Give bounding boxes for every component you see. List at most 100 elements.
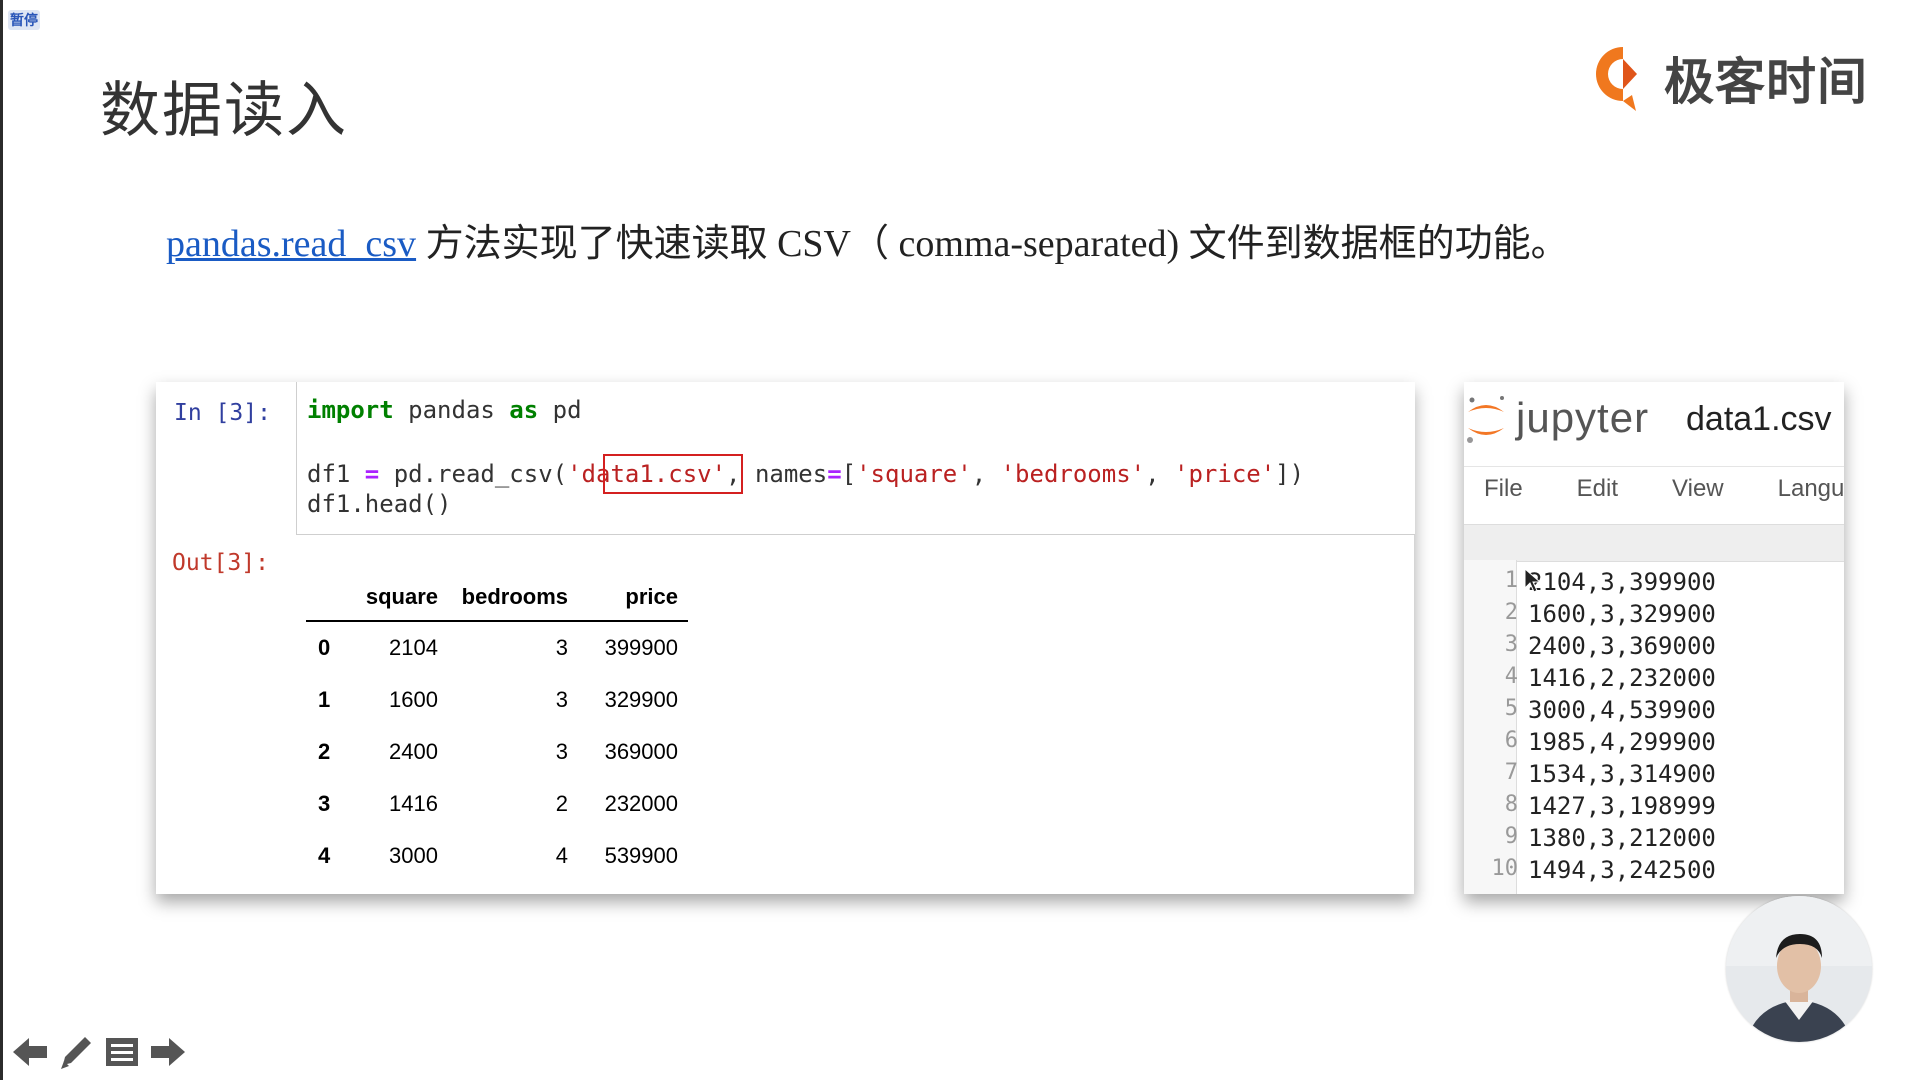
line-number: 5 bbox=[1504, 696, 1518, 721]
editor-line: 7 1534,3,314900 bbox=[1464, 760, 1844, 792]
cell-square: 3000 bbox=[389, 843, 438, 868]
line-number: 10 bbox=[1491, 856, 1519, 881]
cell-bedrooms: 3 bbox=[555, 739, 568, 764]
code-text: , bbox=[1145, 460, 1175, 488]
table-row: 0 2104 3 399900 bbox=[306, 621, 688, 674]
cell-square: 1416 bbox=[389, 791, 438, 816]
slide-title: 数据读入 bbox=[100, 76, 348, 146]
table-row: 1 1600 3 329900 bbox=[306, 674, 688, 726]
code-text: pd bbox=[538, 396, 582, 424]
notes-icon bbox=[106, 1038, 138, 1066]
pandas-read-csv-link[interactable]: pandas.read_csv bbox=[166, 223, 416, 265]
pause-badge[interactable]: 暂停 bbox=[8, 10, 40, 30]
code-text: [ bbox=[841, 460, 857, 488]
line-number: 4 bbox=[1504, 664, 1518, 689]
editor-line: 10 1494,3,242500 bbox=[1464, 856, 1844, 888]
line-text: 2104,3,399900 bbox=[1528, 568, 1716, 596]
table-header-square: square bbox=[365, 584, 438, 609]
editor-line: 5 3000,4,539900 bbox=[1464, 696, 1844, 728]
pen-tool-button[interactable] bbox=[56, 1032, 96, 1072]
cell-bedrooms: 3 bbox=[555, 635, 568, 660]
read-csv-function: read_csv bbox=[437, 460, 553, 488]
arrow-left-icon bbox=[13, 1038, 47, 1066]
window-edge bbox=[0, 0, 3, 1080]
table-header-index bbox=[306, 574, 354, 621]
jupyter-menu-bar: File Edit View Langu bbox=[1464, 466, 1844, 511]
line-text: 1416,2,232000 bbox=[1528, 664, 1716, 692]
line-number: 2 bbox=[1504, 600, 1518, 625]
prev-slide-button[interactable] bbox=[10, 1032, 50, 1072]
line-number: 6 bbox=[1504, 728, 1518, 753]
presenter-avatar bbox=[1726, 896, 1872, 1042]
jupyter-filename[interactable]: data1.csv bbox=[1686, 400, 1832, 439]
code-operator: = bbox=[364, 460, 380, 488]
brand-name: 极客时间 bbox=[1664, 53, 1868, 111]
code-text: df1 bbox=[307, 460, 365, 488]
table-row: 4 3000 4 539900 bbox=[306, 830, 688, 882]
line-number: 7 bbox=[1504, 760, 1518, 785]
arrow-right-icon bbox=[151, 1038, 185, 1066]
line-text: 1380,3,212000 bbox=[1528, 824, 1716, 852]
line-text: 2400,3,369000 bbox=[1528, 632, 1716, 660]
cell-price: 329900 bbox=[604, 687, 678, 712]
editor-line: 9 1380,3,212000 bbox=[1464, 824, 1844, 856]
line-number: 3 bbox=[1504, 632, 1518, 657]
keyword-as: as bbox=[509, 396, 539, 424]
table-row: 3 1416 2 232000 bbox=[306, 778, 688, 830]
code-text: pd. bbox=[379, 460, 438, 488]
cell-square: 1600 bbox=[389, 687, 438, 712]
slide-notes-button[interactable] bbox=[102, 1032, 142, 1072]
code-text: ]) bbox=[1275, 460, 1305, 488]
line-text: 1600,3,329900 bbox=[1528, 600, 1716, 628]
code-line-1: import pandas as pd bbox=[307, 396, 582, 424]
keyword-import: import bbox=[307, 396, 394, 424]
editor-line: 4 1416,2,232000 bbox=[1464, 664, 1844, 696]
description-text: 方法实现了快速读取 CSV（ comma-separated) 文件到数据框的功… bbox=[416, 223, 1569, 265]
pen-icon bbox=[61, 1037, 91, 1069]
read-csv-highlight-box bbox=[603, 454, 743, 494]
row-index: 0 bbox=[318, 635, 331, 660]
line-text: 1427,3,198999 bbox=[1528, 792, 1716, 820]
editor-line: 3 2400,3,369000 bbox=[1464, 632, 1844, 664]
code-text: pandas bbox=[393, 396, 510, 424]
jupyter-logo-icon bbox=[1467, 396, 1504, 443]
menu-view[interactable]: View bbox=[1672, 467, 1724, 511]
line-number: 1 bbox=[1504, 568, 1518, 593]
table-header-price: price bbox=[625, 584, 678, 609]
row-index: 3 bbox=[318, 791, 331, 816]
jupyter-toolbar bbox=[1464, 524, 1844, 562]
code-operator: = bbox=[827, 460, 842, 488]
table-row: 2 2400 3 369000 bbox=[306, 726, 688, 778]
cell-bedrooms: 3 bbox=[555, 687, 568, 712]
code-text: ( bbox=[552, 460, 568, 488]
geektime-logo-icon bbox=[1595, 47, 1637, 111]
cell-price: 232000 bbox=[604, 791, 678, 816]
slide-description: pandas.read_csv 方法实现了快速读取 CSV（ comma-sep… bbox=[166, 212, 1569, 267]
row-index: 1 bbox=[318, 687, 331, 712]
menu-edit[interactable]: Edit bbox=[1577, 467, 1618, 511]
jupyter-wordmark: jupyter bbox=[1516, 394, 1650, 441]
cell-price: 369000 bbox=[604, 739, 678, 764]
line-text: 1985,4,299900 bbox=[1528, 728, 1716, 756]
code-string: 'price' bbox=[1174, 460, 1276, 488]
editor-line: 2 1600,3,329900 bbox=[1464, 600, 1844, 632]
menu-file[interactable]: File bbox=[1484, 467, 1523, 511]
notebook-cell-card: In [3]: import pandas as pd df1 = pd.rea… bbox=[156, 382, 1415, 894]
line-text: 1494,3,242500 bbox=[1528, 856, 1716, 884]
editor-line: 1 2104,3,399900 bbox=[1464, 568, 1844, 600]
cell-bedrooms: 4 bbox=[555, 843, 568, 868]
cell-square: 2104 bbox=[389, 635, 438, 660]
presenter-webcam bbox=[1726, 896, 1872, 1042]
code-text: , bbox=[971, 460, 1001, 488]
cell-square: 2400 bbox=[389, 739, 438, 764]
line-number: 8 bbox=[1504, 792, 1518, 817]
menu-language[interactable]: Langu bbox=[1778, 467, 1844, 511]
code-cell[interactable]: import pandas as pd df1 = pd.read_csv('d… bbox=[296, 382, 1415, 535]
table-header-bedrooms: bedrooms bbox=[461, 584, 568, 609]
line-text: 1534,3,314900 bbox=[1528, 760, 1716, 788]
cell-bedrooms: 2 bbox=[555, 791, 568, 816]
cell-price: 399900 bbox=[604, 635, 678, 660]
next-slide-button[interactable] bbox=[148, 1032, 188, 1072]
line-number: 9 bbox=[1504, 824, 1518, 849]
dataframe-output-table: square bedrooms price 0 2104 3 399900 1 … bbox=[306, 574, 688, 882]
